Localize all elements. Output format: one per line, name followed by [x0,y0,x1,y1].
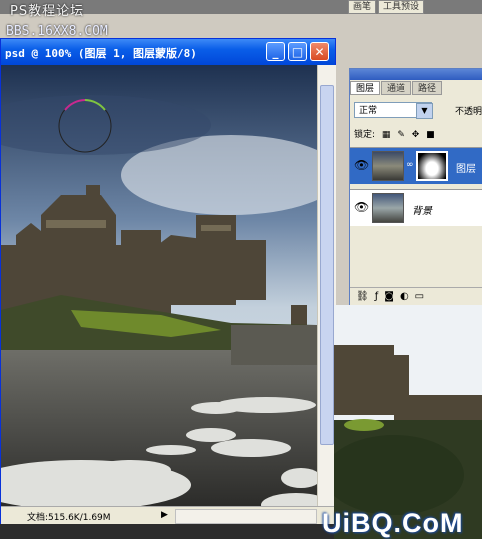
layer-name[interactable]: 图层 [456,160,476,175]
palette-tabs: 画笔 工具预设 [348,0,425,14]
document-title: psd @ 100% (图层 1, 图层蒙版/8) [5,47,197,60]
castle-photo-2 [334,305,482,539]
lock-all-icon[interactable]: ■ [426,130,435,140]
tab-brushes[interactable]: 画笔 [348,0,377,14]
lock-move-icon[interactable]: ✥ [412,130,420,140]
panel-titlebar[interactable] [350,69,482,80]
fx-icon[interactable]: ƒ [375,288,379,306]
adjustment-icon[interactable]: ◐ [400,288,409,306]
scrollbar-thumb[interactable] [320,85,334,445]
layer-thumbnail [372,151,404,181]
bottom-bar [0,524,334,539]
watermark-uibq: UiBQ.CoM [322,508,464,538]
lock-row: 锁定: ▦ ✎ ✥ ■ [354,127,439,140]
status-menu-arrow-icon[interactable]: ▶ [161,510,168,520]
layer-name[interactable]: 背景 [412,202,432,217]
document-window: psd @ 100% (图层 1, 图层蒙版/8) _ □ ✕ 文档:515.6… [0,38,336,526]
lock-transparency-icon[interactable]: ▦ [382,130,391,140]
image-canvas[interactable] [1,65,317,506]
tab-paths[interactable]: 路径 [412,81,443,95]
layers-panel: 图层 通道 路径 正常 ▼ 不透明 锁定: ▦ ✎ ✥ ■ 👁 ∞ 图层 👁 背… [349,68,482,306]
close-button[interactable]: ✕ [310,42,329,61]
document-size-status: 文档:515.6K/1.69M [27,513,111,523]
lock-label: 锁定: [354,130,376,140]
maximize-button[interactable]: □ [288,42,307,61]
background-document-photo [334,305,482,539]
minimize-button[interactable]: _ [266,42,285,61]
opacity-label: 不透明 [455,107,482,117]
lock-paint-icon[interactable]: ✎ [397,130,405,140]
castle-photo [1,65,317,506]
chevron-down-icon[interactable]: ▼ [416,103,433,119]
horizontal-scrollbar[interactable] [175,509,317,524]
watermark-top: PS教程论坛 [10,4,85,19]
tab-tool-presets[interactable]: 工具预设 [378,0,425,14]
mask-icon[interactable]: ◙ [384,288,394,306]
layer-mask-thumbnail[interactable] [416,151,448,181]
chain-link-icon[interactable]: ∞ [406,160,414,170]
document-titlebar[interactable]: psd @ 100% (图层 1, 图层蒙版/8) _ □ ✕ [1,39,335,65]
layer-thumbnail [372,193,404,223]
eye-icon[interactable]: 👁 [354,200,369,214]
panel-bottom-bar: ⛓ ƒ ◙ ◐ ▭ [350,287,482,306]
status-bar: 文档:515.6K/1.69M ▶ [1,506,335,525]
layer-row-selected[interactable]: 👁 ∞ 图层 [350,147,482,184]
eye-icon[interactable]: 👁 [354,158,369,172]
layer-row[interactable]: 👁 背景 [350,189,482,226]
link-icon[interactable]: ⛓ [356,288,369,306]
folder-icon[interactable]: ▭ [415,288,424,306]
tab-channels[interactable]: 通道 [381,81,412,95]
watermark-bbs: BBS.16XX8.COM [6,24,108,39]
tab-layers[interactable]: 图层 [350,81,381,95]
panel-tabs: 图层 通道 路径 [350,81,482,95]
